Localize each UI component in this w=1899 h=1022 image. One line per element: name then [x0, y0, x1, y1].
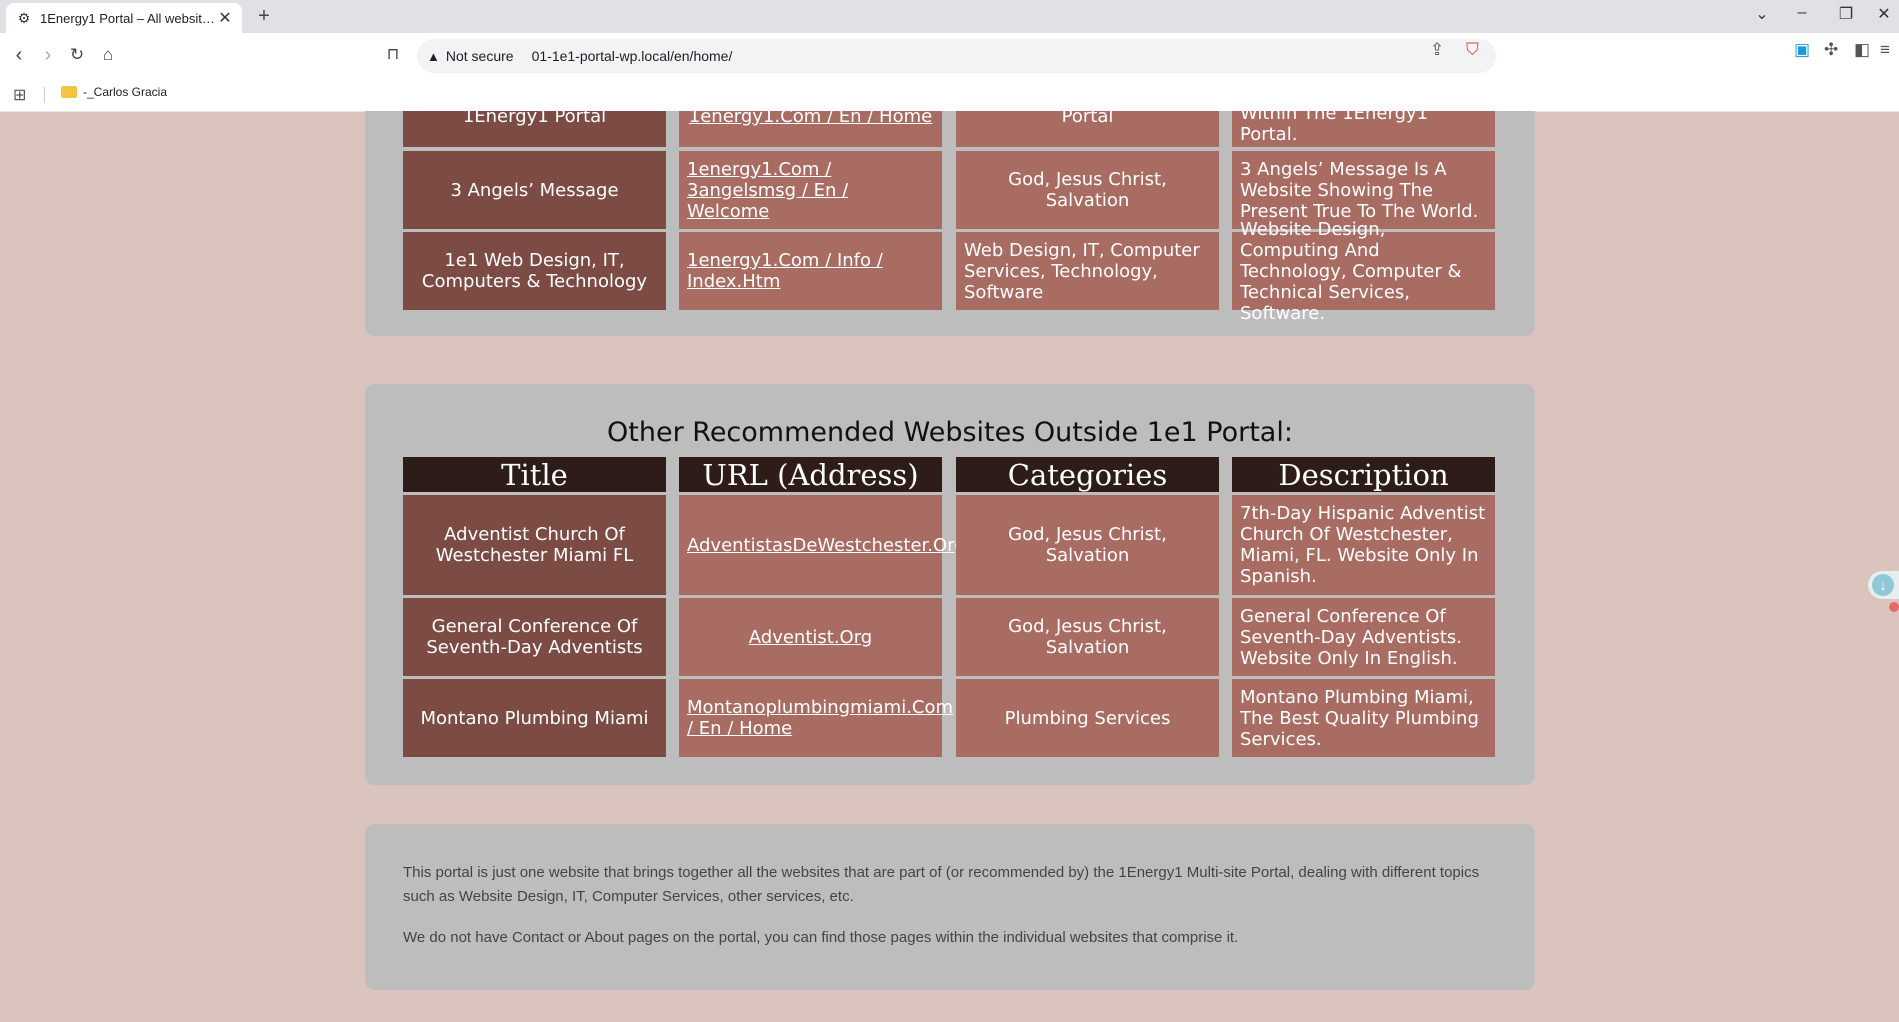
tab-strip: ⚙ 1Energy1 Portal – All websites in ✕ + …	[0, 0, 1899, 33]
table-row-url-link[interactable]: Montanoplumbingmiami.Com / En / Home	[679, 679, 953, 757]
folder-icon	[61, 86, 77, 98]
home-icon[interactable]: ⌂	[95, 42, 121, 68]
table-row-categories: God, Jesus Christ, Salvation	[956, 151, 1219, 229]
apps-grid-icon[interactable]: ⊞	[13, 85, 26, 105]
footer-paragraph: We do not have Contact or About pages on…	[403, 929, 1239, 946]
bookmarks-bar: ⊞ -_Carlos Gracia	[0, 79, 1899, 112]
window-close-icon[interactable]: ✕	[1870, 4, 1898, 24]
bookmark-folder[interactable]: -_Carlos Gracia	[61, 85, 167, 99]
restore-icon[interactable]: ❐	[1832, 4, 1860, 24]
tab-title: 1Energy1 Portal – All websites in	[40, 10, 216, 26]
browser-toolbar: ‹ › ↻ ⌂ ⊓ ▲ Not secure 01-1e1-portal-wp.…	[0, 33, 1899, 79]
bookmark-folder-label: -_Carlos Gracia	[83, 85, 168, 99]
sidebar-icon[interactable]: ◧	[1854, 40, 1870, 60]
table-row-description: 3 Angels’ Message Is A Website Showing T…	[1232, 151, 1495, 229]
close-icon[interactable]: ✕	[216, 8, 234, 28]
footer-paragraph: This portal is just one website that bri…	[403, 864, 1480, 905]
table-row-url-link[interactable]: AdventistasDeWestchester.Org	[679, 495, 966, 595]
page-content: 1Energy1 Portal 1energy1.Com / En / Home…	[0, 111, 1899, 1022]
table-row-url-link[interactable]: 1energy1.Com / 3angelsmsg / En / Welcome	[679, 151, 942, 229]
table-row-description: Website Design, Computing And Technology…	[1232, 219, 1495, 324]
url-text[interactable]: 01-1e1-portal-wp.local/en/home/	[532, 48, 733, 64]
table-row-title: Adventist Church Of Westchester Miami FL	[403, 495, 666, 595]
gear-favicon-icon: ⚙	[17, 10, 31, 26]
brave-shield-icon[interactable]: ⛉	[1466, 40, 1479, 60]
bookmark-icon[interactable]: ⊓	[380, 42, 406, 68]
recommended-websites-panel: Other Recommended Websites Outside 1e1 P…	[365, 384, 1535, 785]
table-row-url-link[interactable]: 1energy1.Com / En / Home	[679, 111, 942, 147]
column-header-url: URL (Address)	[679, 457, 942, 492]
tab-active[interactable]: ⚙ 1Energy1 Portal – All websites in ✕	[6, 3, 242, 33]
table-row-description: 7th-Day Hispanic Adventist Church Of Wes…	[1232, 495, 1495, 595]
save-icon[interactable]: ▣	[1794, 40, 1810, 60]
share-icon[interactable]: ⇪	[1430, 40, 1444, 60]
portal-websites-panel: 1Energy1 Portal 1energy1.Com / En / Home…	[365, 111, 1535, 336]
minimize-icon[interactable]: –	[1788, 4, 1816, 22]
section-heading: Other Recommended Websites Outside 1e1 P…	[607, 417, 1293, 448]
table-row-categories: Portal	[956, 111, 1219, 147]
table-row-description: Within The 1Energy1 Portal.	[1232, 111, 1495, 147]
footer-panel: This portal is just one website that bri…	[365, 824, 1535, 990]
table-row-url-link[interactable]: 1energy1.Com / Info / Index.Htm	[679, 232, 942, 310]
chevron-down-icon[interactable]: ⌄	[1748, 4, 1776, 24]
table-row-title: 3 Angels’ Message	[403, 151, 666, 229]
column-header-categories: Categories	[956, 457, 1219, 492]
table-row-url-link[interactable]: Adventist.Org	[679, 598, 942, 676]
download-icon: ↓	[1872, 574, 1894, 596]
menu-icon[interactable]: ≡	[1880, 40, 1890, 60]
back-icon[interactable]: ‹	[6, 42, 32, 68]
table-row-categories: God, Jesus Christ, Salvation	[956, 598, 1219, 676]
forward-icon[interactable]: ›	[35, 42, 61, 68]
reload-icon[interactable]: ↻	[64, 42, 90, 68]
table-row-description: Montano Plumbing Miami, The Best Quality…	[1232, 679, 1495, 757]
column-header-title: Title	[403, 457, 666, 492]
table-row-categories: Plumbing Services	[956, 679, 1219, 757]
bookmarks-divider	[44, 87, 45, 103]
table-row-title: 1e1 Web Design, IT, Computers & Technolo…	[403, 232, 666, 310]
download-widget[interactable]: ↓	[1868, 571, 1899, 599]
address-bar[interactable]: ▲ Not secure 01-1e1-portal-wp.local/en/h…	[417, 39, 1496, 73]
table-row-title: 1Energy1 Portal	[403, 111, 666, 147]
extensions-icon[interactable]: ✣	[1824, 40, 1838, 60]
table-row-title: Montano Plumbing Miami	[403, 679, 666, 757]
column-header-description: Description	[1232, 457, 1495, 492]
table-row-categories: God, Jesus Christ, Salvation	[956, 495, 1219, 595]
notification-dot-icon	[1889, 602, 1899, 612]
table-row-description: General Conference Of Seventh-Day Advent…	[1232, 598, 1495, 676]
not-secure-label[interactable]: Not secure	[446, 48, 514, 64]
table-row-categories: Web Design, IT, Computer Services, Techn…	[956, 232, 1219, 310]
new-tab-icon[interactable]: +	[252, 5, 276, 28]
table-row-title: General Conference Of Seventh-Day Advent…	[403, 598, 666, 676]
warning-icon: ▲	[427, 48, 440, 64]
